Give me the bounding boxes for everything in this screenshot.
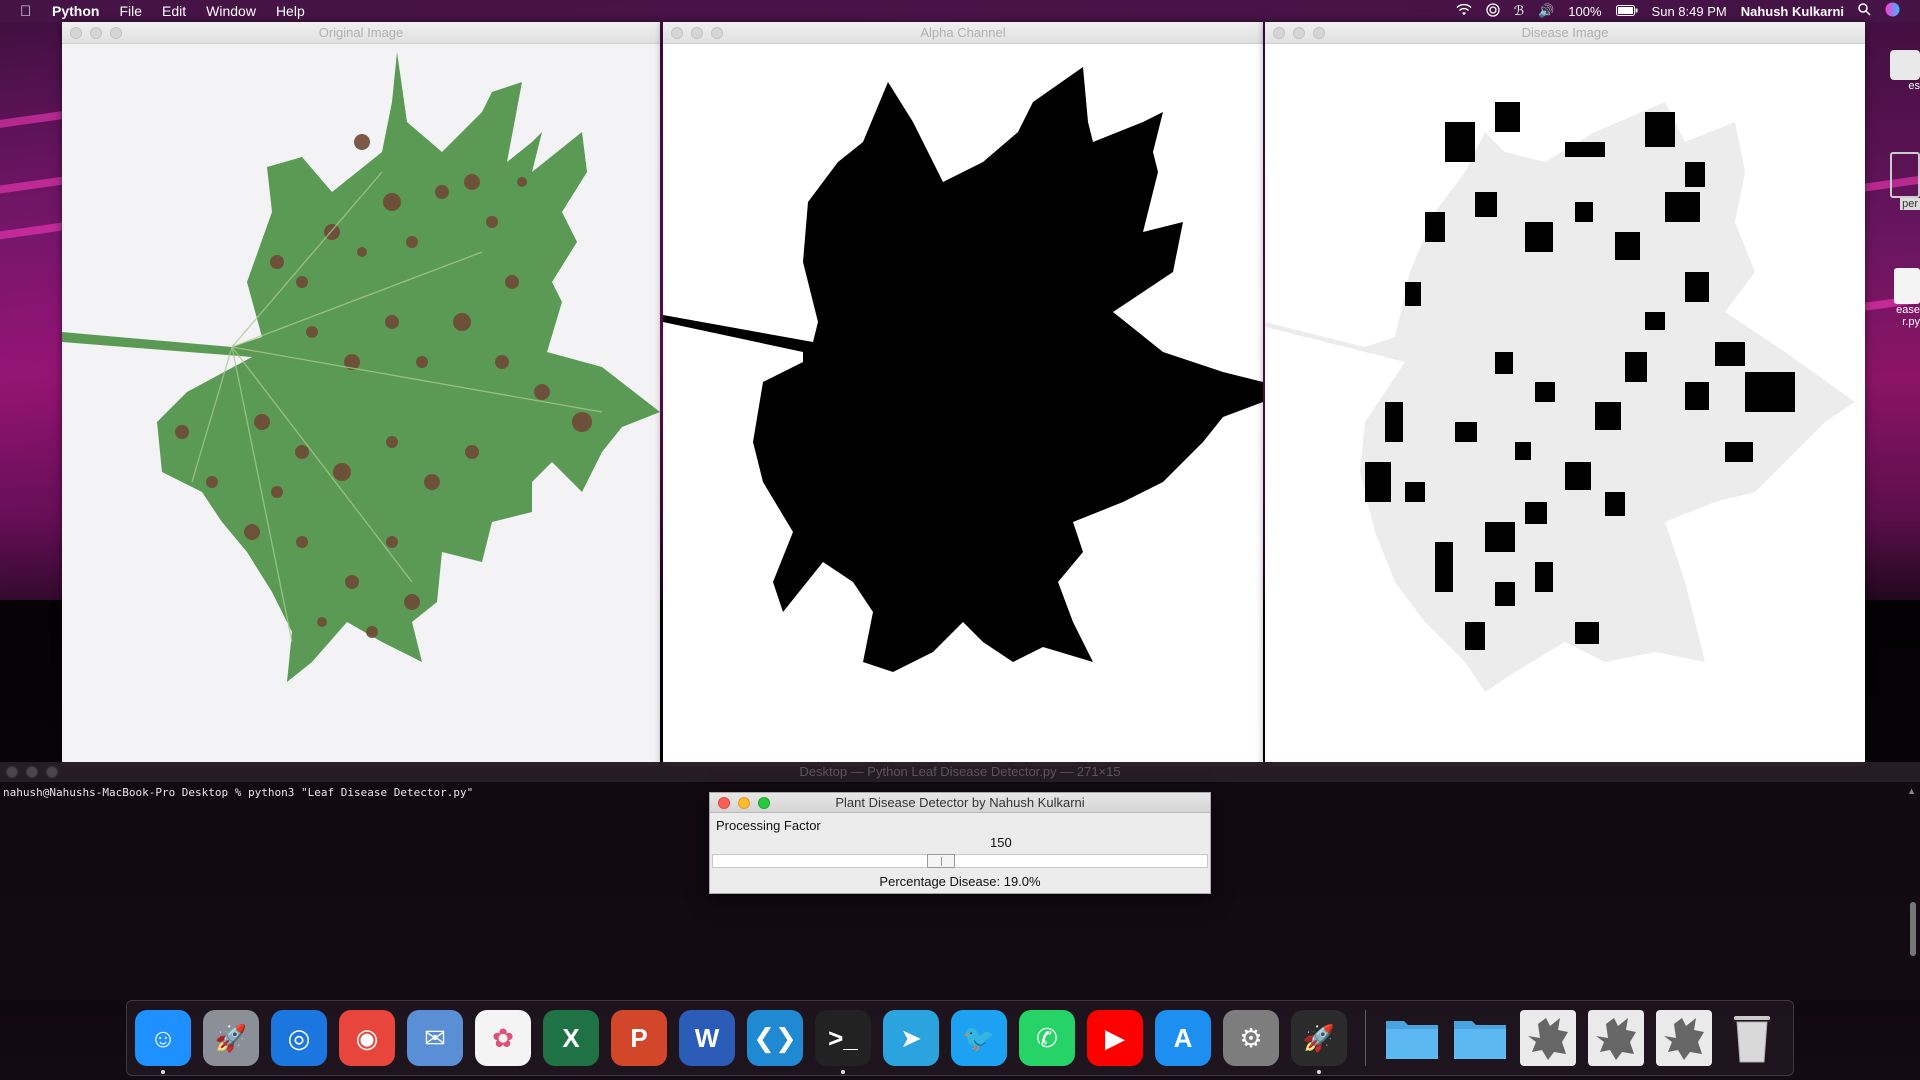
apple-icon[interactable]: : [20, 3, 36, 20]
clock[interactable]: Sun 8:49 PM: [1652, 4, 1727, 19]
processing-factor-value: 150: [990, 835, 1012, 850]
minimize-button[interactable]: [691, 27, 703, 39]
word-icon[interactable]: W: [679, 1010, 735, 1066]
menu-bar:  Python File Edit Window Help ℬ 🔊 100% …: [0, 0, 1920, 22]
finder-icon[interactable]: ☺: [135, 1010, 191, 1074]
chrome-icon[interactable]: ◉: [339, 1010, 395, 1066]
menu-window[interactable]: Window: [206, 3, 256, 19]
battery-percent: 100%: [1568, 3, 1602, 19]
percentage-disease-result: Percentage Disease: 19.0%: [879, 874, 1041, 889]
desktop-item-1[interactable]: es: [1884, 50, 1920, 92]
zoom-button[interactable]: [46, 766, 58, 778]
siri-icon[interactable]: [1885, 2, 1900, 20]
dock: ☺ 🚀 ◎ ◉ ✉ ✿ X P W ❮❯ >_ ➤ 🐦 ✆ ▶ A ⚙ 🚀: [126, 1000, 1794, 1076]
user-name[interactable]: Nahush Kulkarni: [1741, 4, 1844, 19]
menu-help[interactable]: Help: [276, 3, 305, 19]
running-indicator: [1317, 1070, 1321, 1074]
dock-separator: [1365, 1010, 1366, 1066]
close-button[interactable]: [6, 766, 18, 778]
running-indicator: [161, 1070, 165, 1074]
terminal-titlebar[interactable]: Desktop — Python Leaf Disease Detector.p…: [0, 762, 1920, 782]
alpha-channel-window[interactable]: Alpha Channel: [663, 22, 1263, 766]
window-titlebar[interactable]: Disease Image: [1265, 22, 1865, 44]
system-preferences-icon[interactable]: ⚙: [1223, 1010, 1279, 1066]
wifi-icon[interactable]: [1456, 3, 1472, 19]
bluetooth-icon[interactable]: ℬ: [1514, 3, 1524, 19]
twitter-icon[interactable]: 🐦: [951, 1010, 1007, 1066]
trash-icon[interactable]: [1724, 1010, 1780, 1066]
processing-factor-label: Processing Factor: [716, 818, 821, 833]
close-button[interactable]: [1273, 27, 1285, 39]
slider-thumb[interactable]: [927, 854, 956, 868]
desktop-item-3[interactable]: ease r.py: [1884, 268, 1920, 328]
python-launcher-icon[interactable]: 🚀: [1291, 1010, 1347, 1074]
youtube-icon[interactable]: ▶: [1087, 1010, 1143, 1066]
terminal-scrollbar[interactable]: [1910, 902, 1916, 956]
window-title: Original Image: [318, 25, 404, 40]
alpha-channel-image: [663, 44, 1263, 766]
zoom-button[interactable]: [110, 27, 122, 39]
leaf-image-thumbnail-icon[interactable]: [1656, 1010, 1712, 1066]
minimize-button[interactable]: [90, 27, 102, 39]
disease-image-window[interactable]: Disease Image: [1265, 22, 1865, 766]
preview-icon[interactable]: ✉: [407, 1010, 463, 1066]
vscode-icon[interactable]: ❮❯: [747, 1010, 803, 1066]
spotlight-search-icon[interactable]: [1858, 3, 1871, 19]
terminal-icon[interactable]: >_: [815, 1010, 871, 1074]
zoom-button[interactable]: [758, 797, 770, 809]
terminal-title: Desktop — Python Leaf Disease Detector.p…: [799, 764, 1121, 779]
plant-disease-detector-window[interactable]: Plant Disease Detector by Nahush Kulkarn…: [709, 792, 1211, 894]
close-button[interactable]: [70, 27, 82, 39]
leaf-image-thumbnail-icon[interactable]: [1520, 1010, 1576, 1066]
scroll-up-icon[interactable]: ▲: [1907, 786, 1916, 796]
menu-file[interactable]: File: [119, 3, 142, 19]
dialog-titlebar[interactable]: Plant Disease Detector by Nahush Kulkarn…: [710, 793, 1210, 813]
close-button[interactable]: [718, 797, 730, 809]
running-indicator: [841, 1070, 845, 1074]
app-store-icon[interactable]: A: [1155, 1010, 1211, 1066]
menu-app-python[interactable]: Python: [52, 3, 99, 19]
minimize-button[interactable]: [26, 766, 38, 778]
window-titlebar[interactable]: Alpha Channel: [663, 22, 1263, 44]
window-title: Alpha Channel: [920, 25, 1006, 40]
zoom-button[interactable]: [711, 27, 723, 39]
dialog-title: Plant Disease Detector by Nahush Kulkarn…: [835, 795, 1085, 810]
battery-icon[interactable]: [1615, 4, 1638, 19]
powerpoint-icon[interactable]: P: [611, 1010, 667, 1066]
zoom-button[interactable]: [1313, 27, 1325, 39]
leaf-image-thumbnail-icon[interactable]: [1588, 1010, 1644, 1066]
close-button[interactable]: [671, 27, 683, 39]
launchpad-icon[interactable]: 🚀: [203, 1010, 259, 1066]
disease-mask-image: [1265, 44, 1865, 766]
original-image-window[interactable]: Original Image: [62, 22, 660, 766]
window-title: Disease Image: [1521, 25, 1609, 40]
desktop-item-2[interactable]: per: [1884, 152, 1920, 210]
minimize-button[interactable]: [1293, 27, 1305, 39]
photos-icon[interactable]: ✿: [475, 1010, 531, 1066]
volume-icon[interactable]: 🔊: [1538, 3, 1554, 19]
menu-edit[interactable]: Edit: [162, 3, 186, 19]
whatsapp-icon[interactable]: ✆: [1019, 1010, 1075, 1066]
processing-factor-slider[interactable]: [712, 854, 1208, 868]
excel-icon[interactable]: X: [543, 1010, 599, 1066]
window-titlebar[interactable]: Original Image: [62, 22, 660, 44]
downloads-folder-icon[interactable]: [1384, 1010, 1440, 1066]
telegram-icon[interactable]: ➤: [883, 1010, 939, 1066]
safari-icon[interactable]: ◎: [271, 1010, 327, 1066]
applications-folder-icon[interactable]: [1452, 1010, 1508, 1066]
airdrop-icon[interactable]: [1486, 2, 1500, 20]
minimize-button[interactable]: [738, 797, 750, 809]
original-leaf-image: [62, 44, 660, 766]
